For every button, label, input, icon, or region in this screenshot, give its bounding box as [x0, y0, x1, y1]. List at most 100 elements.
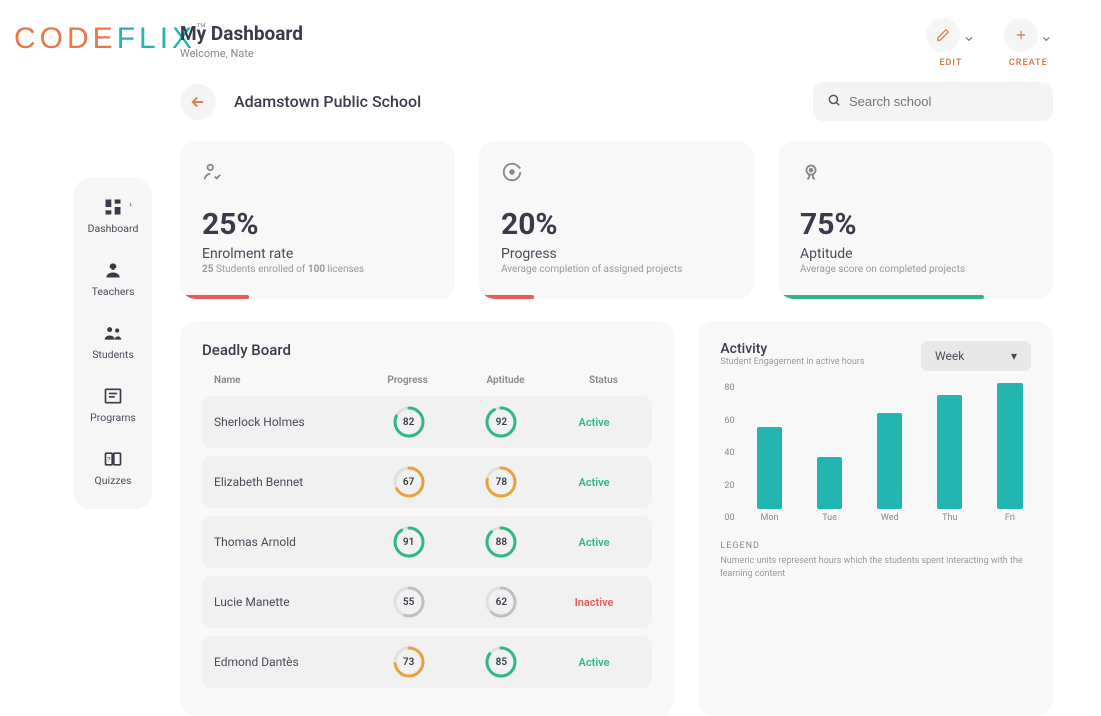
chevron-down-icon: ▾ — [1011, 349, 1017, 363]
table-row[interactable]: Edmond Dantès 73 85 Active — [202, 636, 652, 688]
sidebar-item-label: Teachers — [92, 285, 135, 298]
bar-label: Fri — [1005, 513, 1015, 523]
y-axis-labels: 8060402000 — [724, 383, 734, 523]
sidebar-item-label: Programs — [90, 411, 136, 424]
bar-column: Tue — [809, 383, 851, 523]
student-name: Sherlock Holmes — [214, 415, 362, 429]
teacher-icon — [102, 259, 124, 281]
col-name: Name — [202, 375, 359, 386]
bar — [757, 427, 782, 509]
enrolment-card: 25% Enrolment rate 25 Students enrolled … — [180, 141, 455, 299]
bottom-panels: Deadly Board Name Progress Aptitude Stat… — [180, 321, 1053, 716]
period-select[interactable]: Week ▾ — [921, 341, 1031, 371]
progress-ring: 62 — [485, 586, 517, 618]
activity-chart: 8060402000 Mon Tue Wed Thu Fri — [720, 383, 1031, 523]
progress-ring: 78 — [485, 466, 517, 498]
select-value: Week — [935, 349, 964, 363]
bar — [877, 413, 902, 509]
plus-icon — [1014, 28, 1028, 42]
create-action: ⌄ CREATE — [1004, 18, 1053, 68]
table-row[interactable]: Sherlock Holmes 82 92 Active — [202, 396, 652, 448]
bar — [937, 395, 962, 509]
create-label: CREATE — [1009, 58, 1048, 68]
sidebar-item-students[interactable]: Students — [92, 322, 134, 361]
progress-ring: 88 — [485, 526, 517, 558]
status-badge: Active — [548, 656, 641, 669]
col-progress: Progress — [359, 375, 457, 386]
card-title: Aptitude — [800, 246, 1031, 262]
brain-icon — [800, 161, 1031, 187]
bar-column: Mon — [748, 383, 790, 523]
back-button[interactable] — [180, 84, 216, 120]
sidebar-item-quizzes[interactable]: ? Quizzes — [95, 448, 132, 487]
progress-ring: 73 — [393, 646, 425, 678]
pencil-icon — [936, 28, 950, 42]
activity-panel: Activity Student Engagement in active ho… — [698, 321, 1053, 716]
logo-part1: CODE — [14, 22, 117, 55]
breadcrumb-title: Adamstown Public School — [234, 92, 421, 111]
progress-bar — [778, 295, 984, 299]
activity-subtitle: Student Engagement in active hours — [720, 357, 864, 367]
student-name: Lucie Manette — [214, 595, 362, 609]
student-name: Elizabeth Bennet — [214, 475, 362, 489]
status-badge: Active — [548, 416, 641, 429]
deadly-board-panel: Deadly Board Name Progress Aptitude Stat… — [180, 321, 674, 716]
edit-button[interactable] — [926, 18, 960, 52]
progress-card: 20% Progress Average completion of assig… — [479, 141, 754, 299]
bar — [997, 383, 1022, 509]
main-content: Adamstown Public School 25% Enrolment ra… — [180, 82, 1053, 716]
svg-text:?: ? — [107, 456, 110, 464]
logo: CODEFLIX™ — [14, 22, 206, 56]
welcome-text: Welcome, Nate — [180, 47, 303, 60]
bar-label: Mon — [760, 513, 778, 523]
status-badge: Active — [548, 476, 641, 489]
bar-column: Fri — [989, 383, 1031, 523]
card-value: 20% — [501, 207, 732, 242]
aptitude-card: 75% Aptitude Average score on completed … — [778, 141, 1053, 299]
edit-chevron-icon[interactable]: ⌄ — [962, 26, 975, 45]
legend-text: Numeric units represent hours which the … — [720, 555, 1031, 580]
breadcrumb-row: Adamstown Public School — [180, 82, 1053, 121]
student-name: Thomas Arnold — [214, 535, 362, 549]
table-row[interactable]: Thomas Arnold 91 88 Active — [202, 516, 652, 568]
bar — [817, 457, 842, 510]
bar-label: Wed — [881, 513, 899, 523]
progress-ring: 85 — [485, 646, 517, 678]
sidebar-item-label: Quizzes — [95, 474, 132, 487]
person-check-icon — [202, 161, 433, 187]
progress-ring: 67 — [393, 466, 425, 498]
card-title: Enrolment rate — [202, 246, 433, 262]
status-badge: Active — [548, 536, 641, 549]
bar-column: Wed — [869, 383, 911, 523]
bar-label: Thu — [942, 513, 957, 523]
quizzes-icon: ? — [102, 448, 124, 470]
board-header: Name Progress Aptitude Status — [202, 375, 652, 386]
y-tick: 20 — [724, 481, 734, 491]
progress-ring: 55 — [393, 586, 425, 618]
card-subtitle: Average score on completed projects — [800, 264, 1031, 275]
sidebar-item-dashboard[interactable]: › Dashboard — [88, 196, 139, 235]
sidebar: › Dashboard Teachers Students Programs ?… — [74, 178, 152, 509]
status-badge: Inactive — [548, 596, 641, 609]
create-button[interactable] — [1004, 18, 1038, 52]
y-tick: 60 — [724, 416, 734, 426]
progress-ring: 82 — [393, 406, 425, 438]
activity-title: Activity — [720, 341, 864, 357]
page-header: My Dashboard Welcome, Nate — [180, 22, 303, 60]
table-row[interactable]: Lucie Manette 55 62 Inactive — [202, 576, 652, 628]
search-box[interactable] — [813, 82, 1053, 121]
sidebar-item-programs[interactable]: Programs — [90, 385, 136, 424]
create-chevron-icon[interactable]: ⌄ — [1040, 26, 1053, 45]
search-input[interactable] — [849, 94, 1039, 109]
y-tick: 00 — [724, 513, 734, 523]
progress-ring: 92 — [485, 406, 517, 438]
col-status: Status — [554, 375, 652, 386]
arrow-left-icon — [189, 93, 207, 111]
board-title: Deadly Board — [202, 341, 652, 359]
sidebar-item-teachers[interactable]: Teachers — [92, 259, 135, 298]
sidebar-item-label: Students — [92, 348, 134, 361]
card-subtitle: 25 Students enrolled of 100 licenses — [202, 264, 433, 275]
student-name: Edmond Dantès — [214, 655, 362, 669]
card-title: Progress — [501, 246, 732, 262]
table-row[interactable]: Elizabeth Bennet 67 78 Active — [202, 456, 652, 508]
